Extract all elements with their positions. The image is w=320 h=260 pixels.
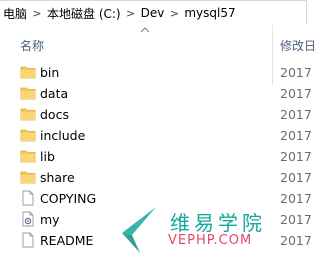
file-list: bin 2017 data 2017 docs 2017 include 201… <box>0 62 312 251</box>
file-date: 2017 <box>280 128 312 143</box>
list-item-data[interactable]: data 2017 <box>0 83 312 104</box>
column-header: 名称 修改日 <box>0 25 316 85</box>
list-item-docs[interactable]: docs 2017 <box>0 104 312 125</box>
file-name: include <box>40 128 86 143</box>
file-date: 2017 <box>280 170 312 185</box>
chevron-right-icon[interactable]: > <box>124 7 138 20</box>
address-bar[interactable]: 电脑 > 本地磁盘 (C:) > Dev > mysql57 <box>0 0 307 26</box>
file-icon <box>22 190 34 206</box>
list-item-share[interactable]: share 2017 <box>0 167 312 188</box>
list-item-bin[interactable]: bin 2017 <box>0 62 312 83</box>
folder-icon <box>20 66 36 79</box>
file-date: 2017 <box>280 191 312 206</box>
file-name: lib <box>40 149 55 164</box>
file-date: 2017 <box>280 86 312 101</box>
file-name: COPYING <box>40 191 97 206</box>
folder-icon <box>20 87 36 100</box>
folder-icon <box>20 171 36 184</box>
file-date: 2017 <box>280 65 312 80</box>
folder-icon <box>20 129 36 142</box>
sort-ascending-icon[interactable] <box>140 26 150 34</box>
file-date: 2017 <box>280 233 312 248</box>
list-item-lib[interactable]: lib 2017 <box>0 146 312 167</box>
folder-icon <box>20 108 36 121</box>
chevron-right-icon[interactable]: > <box>167 7 181 20</box>
chevron-right-icon[interactable]: > <box>30 7 44 20</box>
column-date-header[interactable]: 修改日 <box>280 37 316 54</box>
file-date: 2017 <box>280 212 312 227</box>
column-name-header[interactable]: 名称 <box>20 37 44 54</box>
file-name: my <box>40 212 60 227</box>
file-name: bin <box>40 65 60 80</box>
breadcrumb-local-disk[interactable]: 本地磁盘 (C:) <box>44 5 124 22</box>
breadcrumb-mysql57[interactable]: mysql57 <box>181 6 238 20</box>
file-name: README <box>40 233 94 248</box>
config-file-icon <box>22 211 34 227</box>
file-date: 2017 <box>280 107 312 122</box>
breadcrumb-dev[interactable]: Dev <box>138 6 168 20</box>
file-name: data <box>40 86 69 101</box>
file-name: share <box>40 170 75 185</box>
list-item-readme[interactable]: README 2017 <box>0 230 312 251</box>
list-item-include[interactable]: include 2017 <box>0 125 312 146</box>
breadcrumb-computer[interactable]: 电脑 <box>0 5 30 22</box>
list-item-copying[interactable]: COPYING 2017 <box>0 188 312 209</box>
file-name: docs <box>40 107 69 122</box>
folder-icon <box>20 150 36 163</box>
list-item-my[interactable]: my 2017 <box>0 209 312 230</box>
file-date: 2017 <box>280 149 312 164</box>
file-icon <box>22 232 34 248</box>
